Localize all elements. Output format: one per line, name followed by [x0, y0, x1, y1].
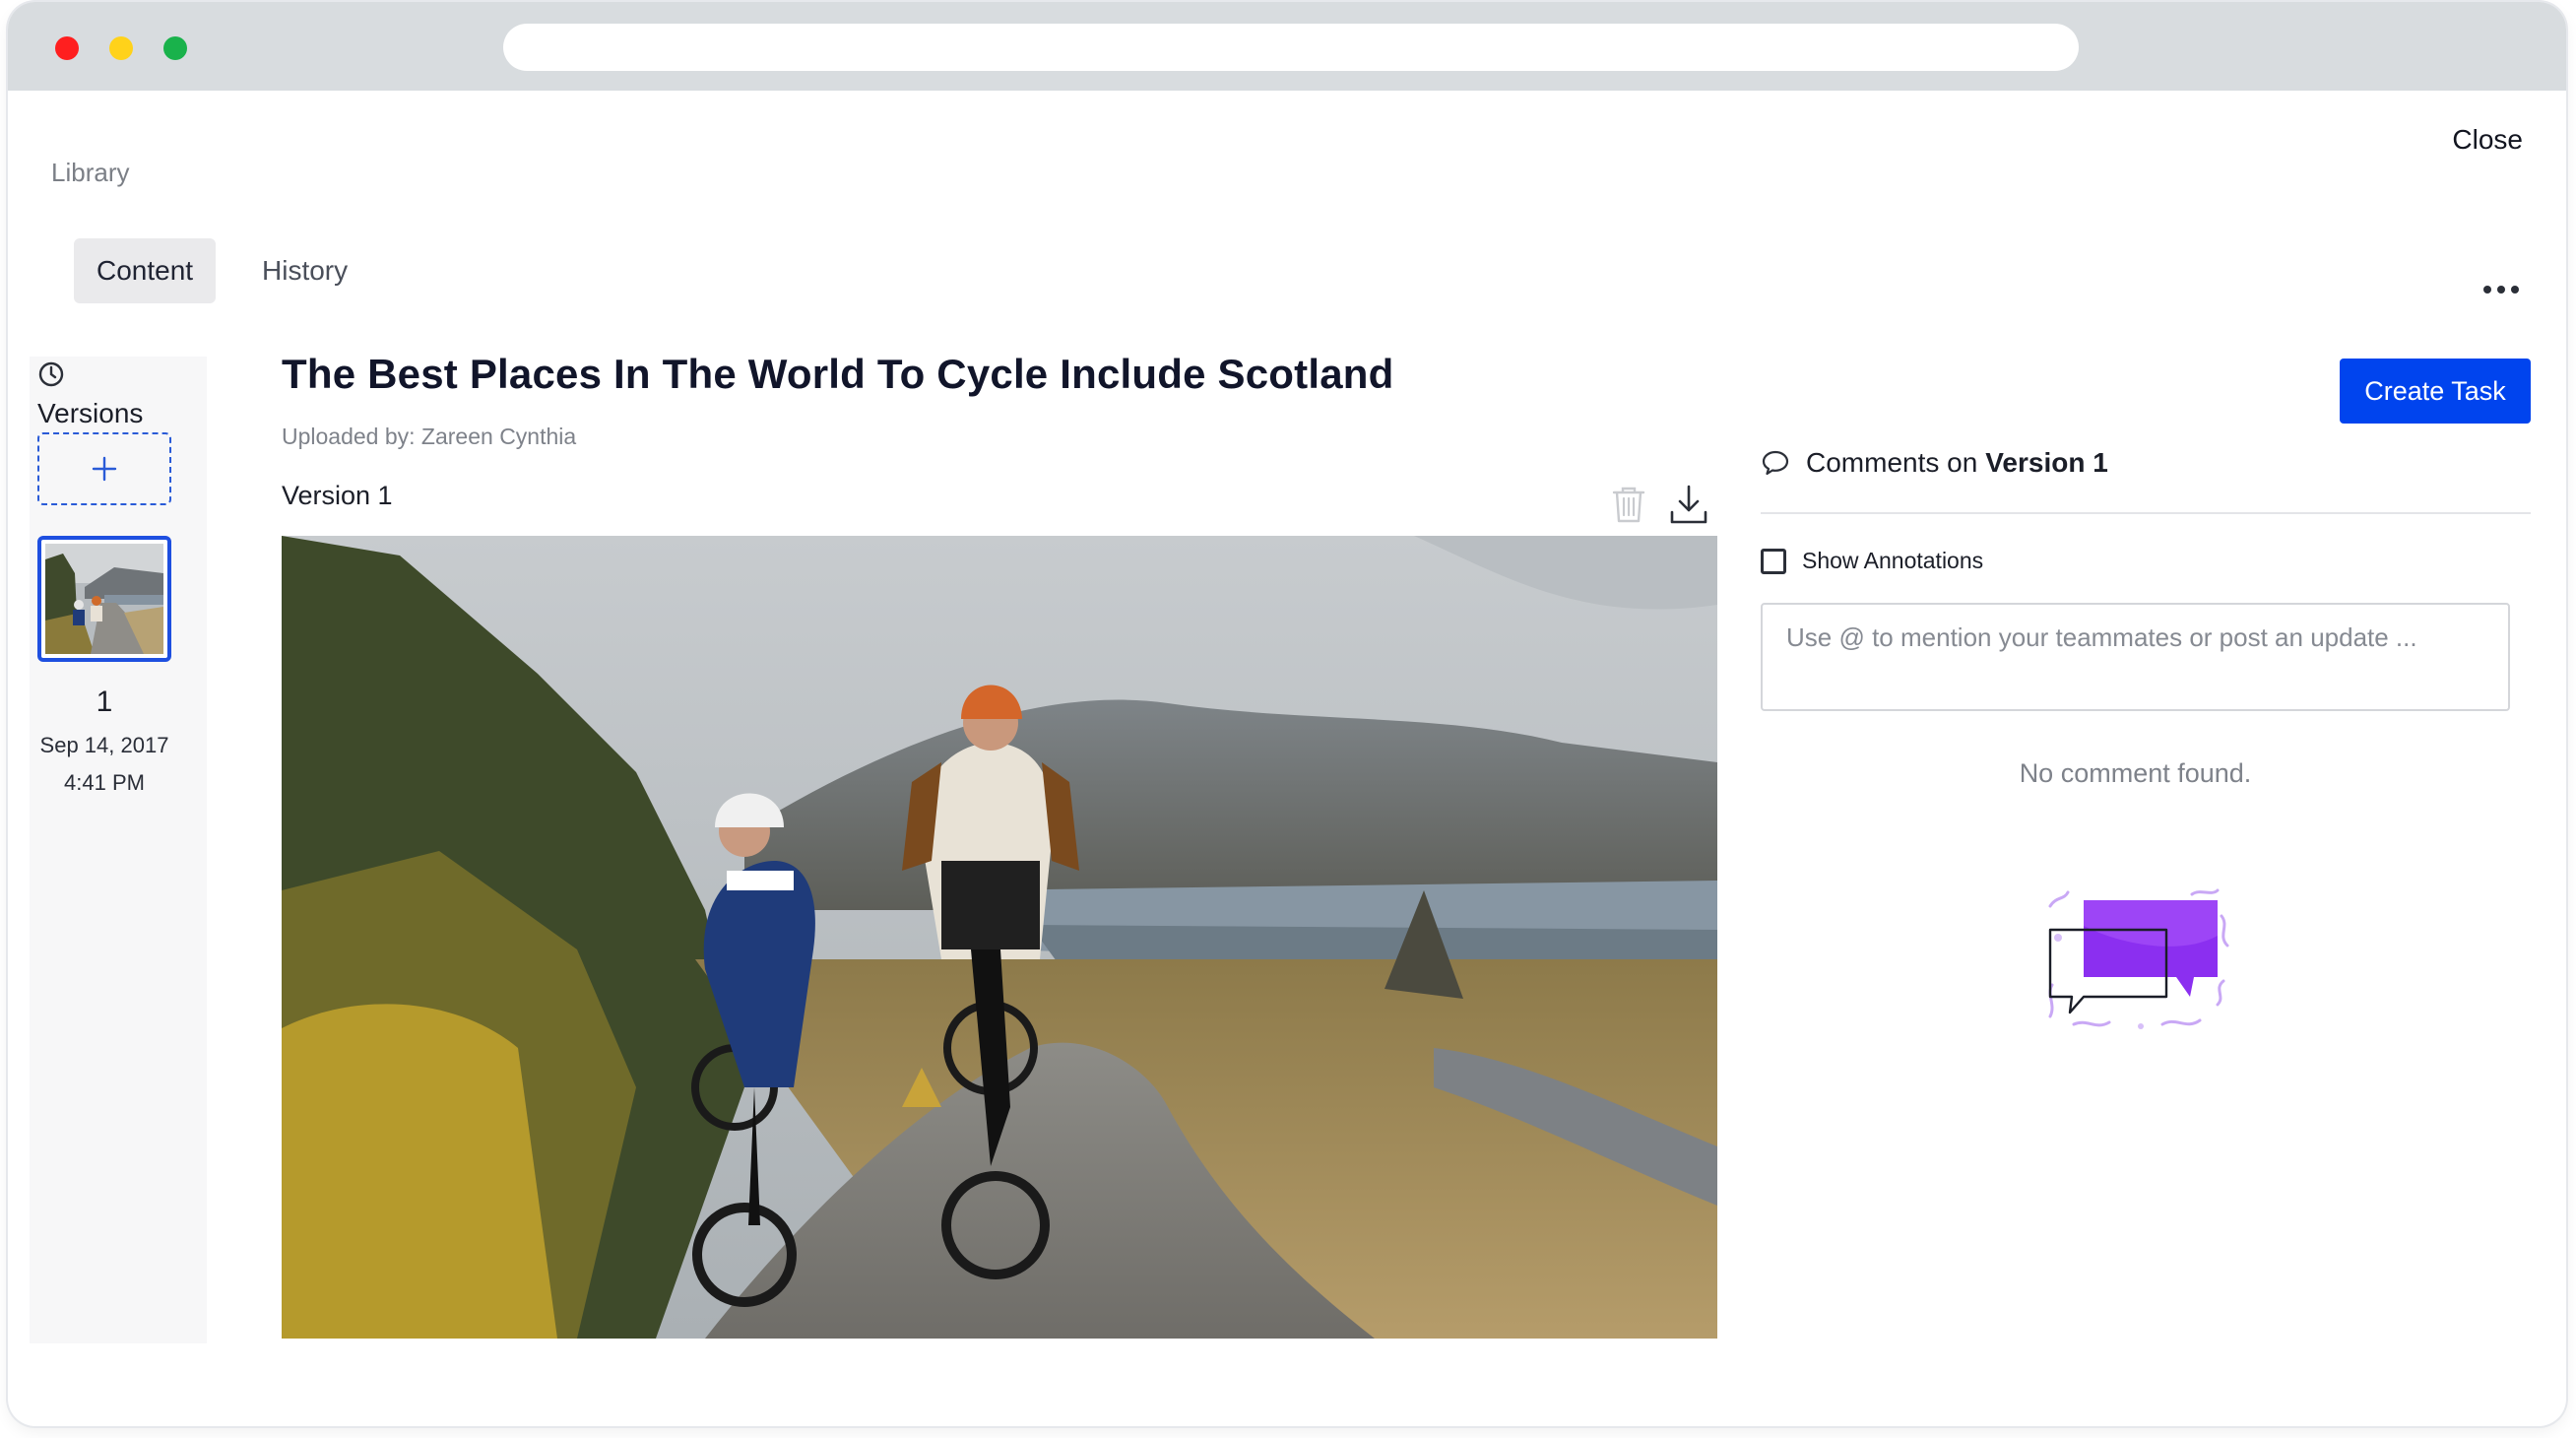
divider	[1761, 512, 2531, 514]
cyclists-photo	[282, 536, 1717, 1339]
uploaded-by: Uploaded by: Zareen Cynthia	[282, 424, 577, 449]
browser-titlebar	[8, 2, 2566, 91]
comments-header: Comments on Version 1	[1761, 447, 2108, 479]
comment-input[interactable]	[1761, 603, 2510, 711]
add-version-button[interactable]	[37, 432, 171, 505]
close-window-button[interactable]	[55, 36, 79, 60]
show-annotations-toggle[interactable]: Show Annotations	[1761, 548, 1983, 574]
version-date: Sep 14, 2017	[39, 733, 169, 757]
tab-history[interactable]: History	[239, 238, 370, 303]
clock-icon	[38, 361, 64, 387]
show-annotations-label: Show Annotations	[1802, 548, 1984, 573]
version-thumbnail-image	[45, 544, 163, 654]
versions-label: Versions	[37, 398, 144, 428]
address-bar[interactable]	[503, 24, 2079, 71]
versions-sidebar: Versions 1 Sep 14, 2017 4:41 PM	[30, 357, 207, 1343]
empty-comments-text: No comment found.	[2019, 758, 2252, 788]
page-title: The Best Places In The World To Cycle In…	[282, 351, 1394, 397]
close-button[interactable]: Close	[2452, 124, 2523, 156]
breadcrumb-library[interactable]: Library	[51, 158, 129, 188]
version-number: 1	[96, 686, 113, 718]
download-icon[interactable]	[1668, 483, 1709, 526]
browser-window: Library Close Content History Versions 1…	[8, 2, 2566, 1426]
chat-bubble-icon	[1762, 450, 1789, 476]
create-task-button[interactable]: Create Task	[2340, 359, 2531, 424]
version-time: 4:41 PM	[64, 770, 145, 795]
comments-header-prefix: Comments on	[1806, 447, 1978, 478]
content-image	[282, 536, 1717, 1339]
minimize-window-button[interactable]	[109, 36, 133, 60]
plus-icon	[92, 456, 117, 482]
maximize-window-button[interactable]	[163, 36, 187, 60]
comments-header-version: Version 1	[1985, 447, 2108, 478]
more-options-button[interactable]	[2483, 278, 2523, 301]
trash-icon[interactable]	[1611, 485, 1646, 524]
speech-bubbles-illustration	[2048, 888, 2229, 1029]
version-title: Version 1	[282, 481, 393, 510]
more-horizontal-icon	[2483, 286, 2491, 294]
tab-content[interactable]: Content	[74, 238, 217, 303]
show-annotations-checkbox[interactable]	[1761, 548, 1786, 574]
version-thumbnail[interactable]	[37, 536, 171, 662]
